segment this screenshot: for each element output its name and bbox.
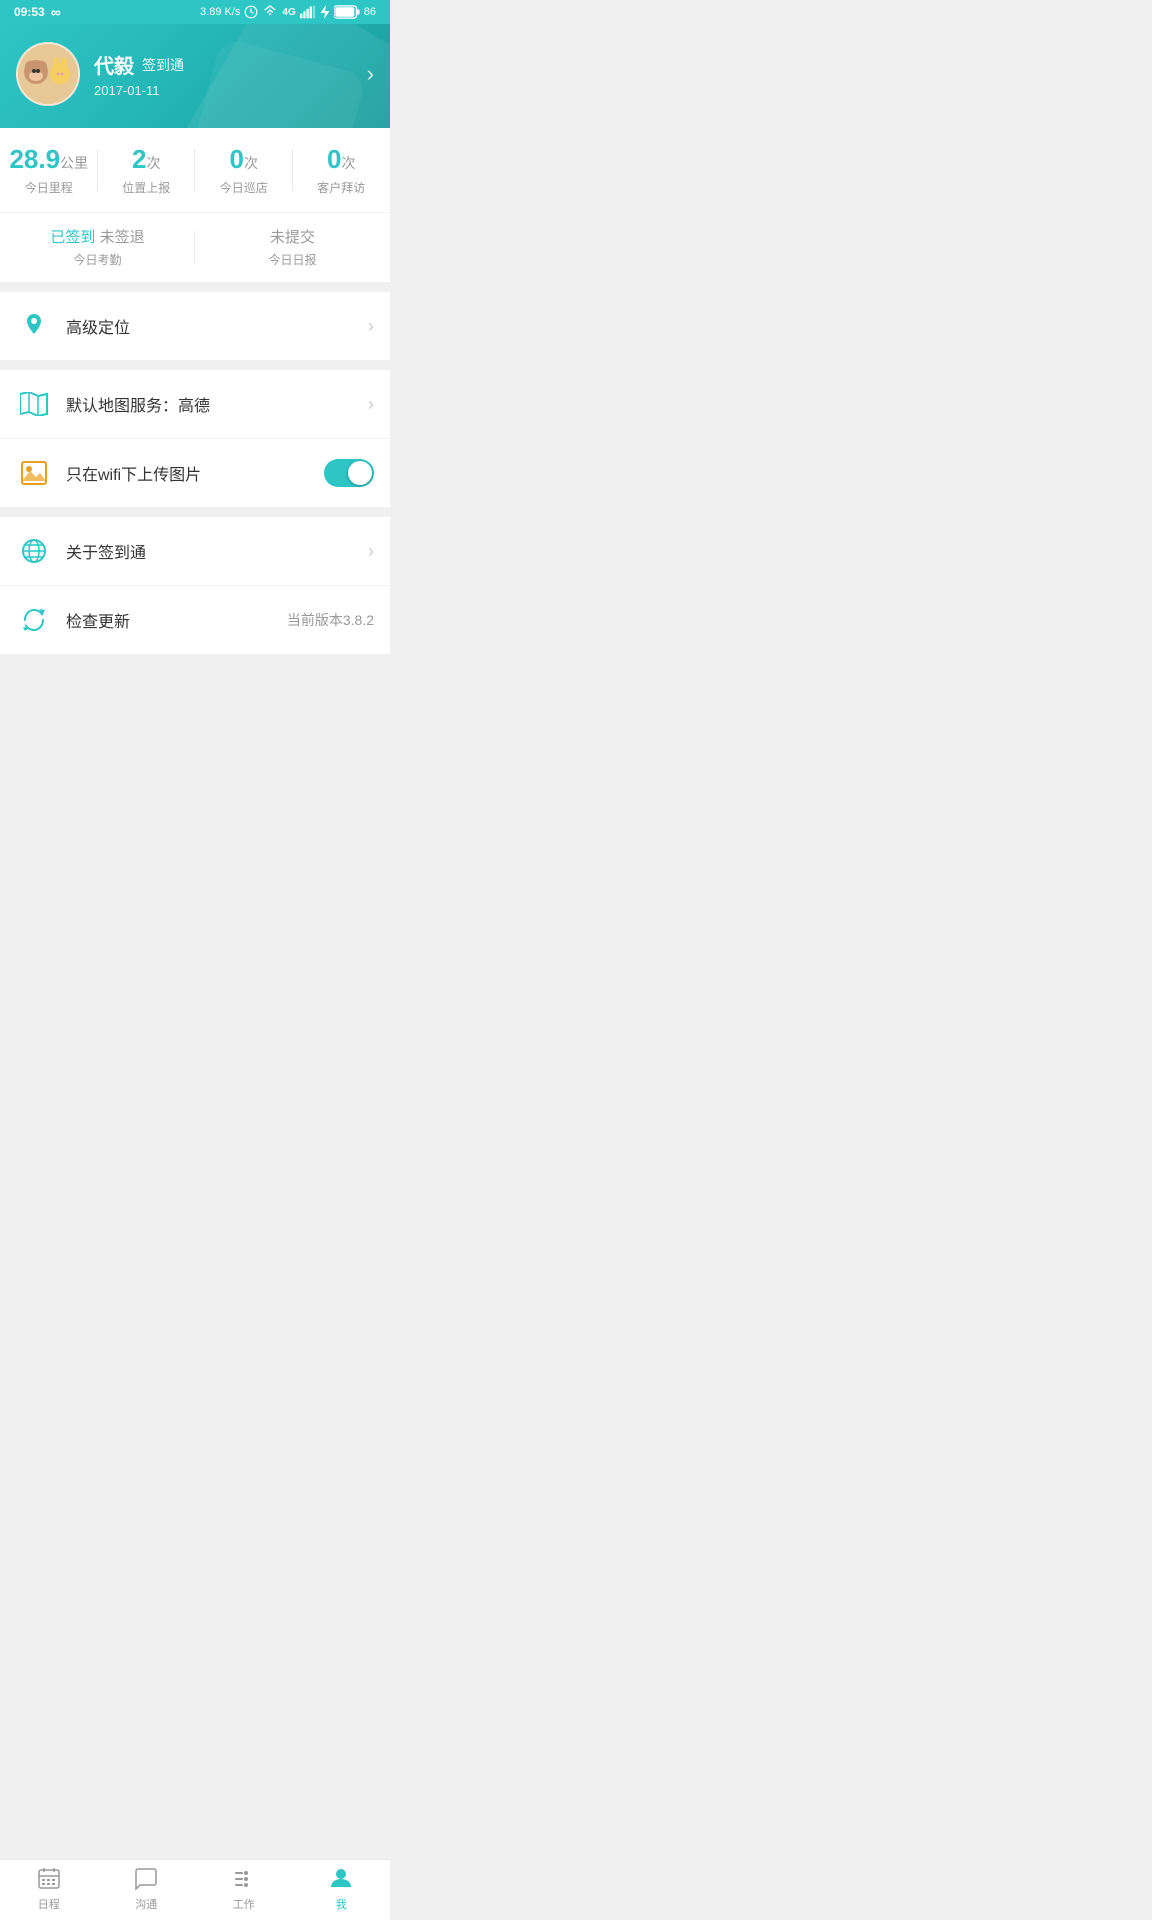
menu-map-section: 默认地图服务：高德 › 只在wifi下上传图片	[0, 370, 390, 507]
header-info-area: 代毅 签到通 2017-01-11	[16, 42, 184, 106]
refresh-svg	[21, 607, 47, 633]
network-speed: 3.89 K/s	[200, 6, 240, 18]
map-chevron-icon: ›	[368, 394, 374, 415]
menu-location-right: ›	[368, 316, 374, 337]
stat-patrol-value: 0次	[195, 144, 293, 175]
status-bar: 09:53 ∞ 3.89 K/s 4G	[0, 0, 390, 24]
stat-patrol-label: 今日巡店	[195, 179, 293, 196]
menu-item-location[interactable]: 高级定位 ›	[0, 292, 390, 360]
me-icon	[328, 1866, 354, 1892]
map-icon	[16, 386, 52, 422]
network-type: 4G	[282, 7, 295, 18]
avatar-image	[18, 44, 78, 104]
attendance-section: 已签到 未签退 今日考勤 未提交 今日日报	[0, 213, 390, 282]
stat-location: 2次 位置上报	[98, 144, 196, 196]
image-icon	[16, 455, 52, 491]
menu-about-right: ›	[368, 541, 374, 562]
attendance-status: 已签到 未签退	[0, 227, 195, 248]
nav-schedule-label: 日程	[38, 1896, 60, 1912]
nav-item-me[interactable]: 我	[293, 1866, 391, 1912]
nav-item-chat[interactable]: 沟通	[98, 1866, 196, 1912]
wifi-upload-toggle[interactable]	[324, 459, 374, 487]
profile-header[interactable]: 代毅 签到通 2017-01-11 ›	[0, 24, 390, 128]
nav-item-work[interactable]: 工作	[195, 1866, 293, 1912]
stat-mileage-value: 28.9公里	[0, 144, 98, 175]
user-info: 代毅 签到通 2017-01-11	[94, 50, 184, 98]
menu-wifi-text: 只在wifi下上传图片	[66, 461, 324, 485]
image-svg	[21, 461, 47, 485]
toggle-knob	[348, 461, 372, 485]
user-date: 2017-01-11	[94, 83, 184, 98]
nav-me-label: 我	[336, 1896, 347, 1912]
nav-work-label: 工作	[233, 1896, 255, 1912]
update-version: 当前版本3.8.2	[287, 610, 374, 630]
stat-visit-label: 客户拜访	[293, 179, 391, 196]
wifi-icon	[262, 5, 278, 19]
menu-item-about[interactable]: 关于签到通 ›	[0, 517, 390, 586]
app-name-label: 签到通	[142, 55, 184, 75]
nav-chat-label: 沟通	[135, 1896, 157, 1912]
location-icon	[16, 308, 52, 344]
menu-map-right: ›	[368, 394, 374, 415]
clock-icon	[244, 5, 258, 19]
status-right: 3.89 K/s 4G 86	[200, 5, 376, 19]
signed-status: 已签到	[50, 229, 95, 246]
user-name-row: 代毅 签到通	[94, 50, 184, 79]
menu-about-text: 关于签到通	[66, 539, 368, 563]
map-svg	[20, 392, 48, 416]
stat-patrol: 0次 今日巡店	[195, 144, 293, 196]
status-left: 09:53 ∞	[14, 4, 61, 20]
about-chevron-icon: ›	[368, 541, 374, 562]
daily-report-label: 今日日报	[195, 251, 390, 268]
charging-icon	[320, 5, 330, 19]
nav-item-schedule[interactable]: 日程	[0, 1866, 98, 1912]
location-svg	[22, 312, 46, 340]
battery-icon	[334, 5, 360, 19]
globe-svg	[21, 538, 47, 564]
daily-report: 未提交 今日日报	[195, 227, 390, 268]
menu-item-update[interactable]: 检查更新 当前版本3.8.2	[0, 586, 390, 654]
divider-3	[0, 507, 390, 517]
menu-map-text: 默认地图服务：高德	[66, 392, 368, 416]
attendance-today: 已签到 未签退 今日考勤	[0, 227, 195, 268]
work-icon	[231, 1866, 257, 1892]
menu-wifi-right	[324, 459, 374, 487]
menu-location-section: 高级定位 ›	[0, 292, 390, 360]
menu-location-text: 高级定位	[66, 314, 368, 338]
status-time: 09:53	[14, 5, 45, 19]
divider-1	[0, 282, 390, 292]
chat-icon	[133, 1866, 159, 1892]
menu-item-wifi-upload[interactable]: 只在wifi下上传图片	[0, 439, 390, 507]
menu-item-map[interactable]: 默认地图服务：高德 ›	[0, 370, 390, 439]
attendance-label: 今日考勤	[0, 251, 195, 268]
report-status: 未提交	[195, 227, 390, 248]
menu-update-right: 当前版本3.8.2	[287, 610, 374, 630]
divider-2	[0, 360, 390, 370]
user-name: 代毅	[94, 50, 134, 79]
stats-section: 28.9公里 今日里程 2次 位置上报 0次 今日巡店 0次 客户拜访	[0, 128, 390, 212]
signal-icon	[300, 5, 316, 19]
stat-visit-value: 0次	[293, 144, 391, 175]
stat-visit: 0次 客户拜访	[293, 144, 391, 196]
location-chevron-icon: ›	[368, 316, 374, 337]
menu-about-section: 关于签到通 › 检查更新 当前版本3.8.2	[0, 517, 390, 654]
stat-mileage-label: 今日里程	[0, 179, 98, 196]
stat-location-label: 位置上报	[98, 179, 196, 196]
refresh-icon	[16, 602, 52, 638]
battery-level: 86	[364, 6, 376, 18]
schedule-icon	[36, 1866, 62, 1892]
stat-location-value: 2次	[98, 144, 196, 175]
menu-update-text: 检查更新	[66, 608, 287, 632]
bottom-nav: 日程 沟通 工作 我	[0, 1859, 390, 1920]
stat-mileage: 28.9公里 今日里程	[0, 144, 98, 196]
infinite-icon: ∞	[51, 4, 61, 20]
profile-chevron-icon[interactable]: ›	[367, 61, 374, 87]
globe-icon	[16, 533, 52, 569]
not-signed-out: 未签退	[100, 229, 145, 246]
avatar	[16, 42, 80, 106]
